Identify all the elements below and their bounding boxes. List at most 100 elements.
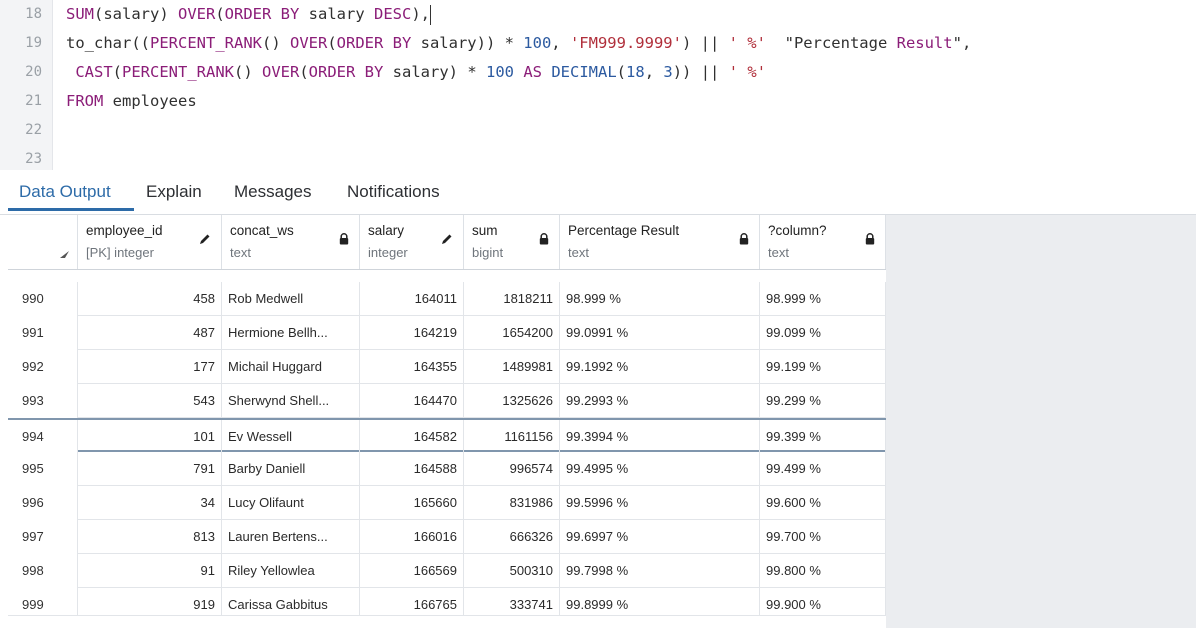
cell-sum[interactable]: 666326 — [464, 520, 560, 554]
cell-col[interactable]: 99.299 % — [760, 384, 886, 418]
cell-concat_ws[interactable]: Lucy Olifaunt — [222, 486, 360, 520]
cell-concat_ws[interactable]: Michail Huggard — [222, 350, 360, 384]
cell-pct[interactable]: 99.6997 % — [560, 520, 760, 554]
cell-sum[interactable]: 500310 — [464, 554, 560, 588]
tab-explain[interactable]: Explain — [146, 182, 202, 202]
cell-employee_id[interactable]: 487 — [78, 316, 222, 350]
column-header-sum[interactable]: sum bigint — [464, 215, 560, 269]
code-line[interactable]: 23 — [0, 145, 1196, 174]
cell-col[interactable]: 98.999 % — [760, 282, 886, 316]
cell-salary[interactable]: 165660 — [360, 486, 464, 520]
cell-salary[interactable]: 164011 — [360, 282, 464, 316]
line-number: 19 — [25, 35, 42, 51]
code-line[interactable]: 21 FROM employees — [0, 87, 1196, 116]
column-name: concat_ws — [230, 223, 294, 238]
table-row[interactable]: 996 34 Lucy Olifaunt 165660 831986 99.5996 % 9… — [8, 486, 886, 520]
cell-col[interactable]: 99.700 % — [760, 520, 886, 554]
result-tabs: Data Output Explain Messages Notificatio… — [0, 172, 1196, 215]
cell-pct[interactable]: 99.1992 % — [560, 350, 760, 384]
table-row[interactable]: 993 543 Sherwynd Shell... 164470 1325626 99.2… — [8, 384, 886, 418]
line-number: 20 — [25, 64, 42, 80]
table-row[interactable]: 994 101 Ev Wessell 164582 1161156 99.3994 % 99… — [8, 418, 886, 454]
cell-col[interactable]: 99.399 % — [760, 420, 886, 454]
cell-pct[interactable]: 99.2993 % — [560, 384, 760, 418]
cell-concat_ws[interactable]: Riley Yellowlea — [222, 554, 360, 588]
column-header-concat-ws[interactable]: concat_ws text — [222, 215, 360, 269]
cell-col[interactable]: 99.800 % — [760, 554, 886, 588]
cell-col[interactable]: 99.199 % — [760, 350, 886, 384]
cell-concat_ws[interactable]: Hermione Bellh... — [222, 316, 360, 350]
table-row[interactable]: 995 791 Barby Daniell 164588 996574 99.4995 %… — [8, 452, 886, 486]
cell-employee_id[interactable]: 101 — [78, 420, 222, 454]
cell-employee_id[interactable]: 177 — [78, 350, 222, 384]
table-row[interactable]: 992 177 Michail Huggard 164355 1489981 99.199… — [8, 350, 886, 384]
row-number-cell[interactable]: 996 — [8, 486, 78, 520]
cell-pct[interactable]: 98.999 % — [560, 282, 760, 316]
table-row[interactable]: 997 813 Lauren Bertens... 166016 666326 99.69… — [8, 520, 886, 554]
cell-sum[interactable]: 1654200 — [464, 316, 560, 350]
cell-col[interactable]: 99.499 % — [760, 452, 886, 486]
code-line[interactable]: 22 — [0, 116, 1196, 145]
cell-pct[interactable]: 99.0991 % — [560, 316, 760, 350]
cell-pct[interactable]: 99.3994 % — [560, 420, 760, 454]
cell-pct[interactable]: 99.5996 % — [560, 486, 760, 520]
row-number-cell[interactable]: 994 — [8, 420, 78, 454]
row-number-cell[interactable]: 992 — [8, 350, 78, 384]
lock-icon — [339, 233, 349, 248]
line-number: 22 — [25, 122, 42, 138]
table-row[interactable]: 991 487 Hermione Bellh... 164219 1654200 99.0… — [8, 316, 886, 350]
row-number-cell[interactable]: 993 — [8, 384, 78, 418]
cell-employee_id[interactable]: 543 — [78, 384, 222, 418]
code-line[interactable]: 18 SUM(salary) OVER(ORDER BY salary DESC)… — [0, 0, 1196, 29]
cell-salary[interactable]: 164470 — [360, 384, 464, 418]
cell-salary[interactable]: 166016 — [360, 520, 464, 554]
row-number-cell[interactable]: 995 — [8, 452, 78, 486]
cell-concat_ws[interactable]: Barby Daniell — [222, 452, 360, 486]
cell-employee_id[interactable]: 791 — [78, 452, 222, 486]
cell-concat_ws[interactable]: Rob Medwell — [222, 282, 360, 316]
cell-sum[interactable]: 831986 — [464, 486, 560, 520]
cell-sum[interactable]: 1818211 — [464, 282, 560, 316]
cell-salary[interactable]: 164588 — [360, 452, 464, 486]
cell-employee_id[interactable]: 34 — [78, 486, 222, 520]
column-name: salary — [368, 223, 405, 238]
row-number-cell[interactable]: 998 — [8, 554, 78, 588]
tab-notifications[interactable]: Notifications — [347, 182, 440, 202]
table-row[interactable]: 998 91 Riley Yellowlea 166569 500310 99.7998 … — [8, 554, 886, 588]
row-number-header[interactable] — [8, 215, 78, 269]
cell-sum[interactable]: 1489981 — [464, 350, 560, 384]
cell-col[interactable]: 99.099 % — [760, 316, 886, 350]
sql-editor[interactable]: 18 SUM(salary) OVER(ORDER BY salary DESC)… — [0, 0, 1196, 170]
cell-pct[interactable]: 99.4995 % — [560, 452, 760, 486]
column-header-percentage-result[interactable]: Percentage Result text — [560, 215, 760, 269]
cell-pct[interactable]: 99.7998 % — [560, 554, 760, 588]
column-header-employee-id[interactable]: employee_id [PK] integer — [78, 215, 222, 269]
table-row[interactable]: 990 458 Rob Medwell 164011 1818211 98.999 % 98… — [8, 282, 886, 316]
cell-salary[interactable]: 166569 — [360, 554, 464, 588]
cell-sum[interactable]: 1325626 — [464, 384, 560, 418]
row-number-cell[interactable]: 991 — [8, 316, 78, 350]
cell-employee_id[interactable]: 458 — [78, 282, 222, 316]
cell-salary[interactable]: 164355 — [360, 350, 464, 384]
cell-salary[interactable]: 164219 — [360, 316, 464, 350]
code-line[interactable]: 19 to_char((PERCENT_RANK() OVER(ORDER BY … — [0, 29, 1196, 58]
cell-employee_id[interactable]: 91 — [78, 554, 222, 588]
row-number-cell[interactable]: 997 — [8, 520, 78, 554]
tab-data-output[interactable]: Data Output — [19, 182, 111, 202]
cell-col[interactable]: 99.600 % — [760, 486, 886, 520]
cell-employee_id[interactable]: 813 — [78, 520, 222, 554]
cell-sum[interactable]: 996574 — [464, 452, 560, 486]
cell-concat_ws[interactable]: Ev Wessell — [222, 420, 360, 454]
cell-concat_ws[interactable]: Lauren Bertens... — [222, 520, 360, 554]
tab-messages[interactable]: Messages — [234, 182, 311, 202]
cell-concat_ws[interactable]: Sherwynd Shell... — [222, 384, 360, 418]
lock-icon — [865, 233, 875, 248]
column-header-column[interactable]: ?column? text — [760, 215, 886, 269]
cell-salary[interactable]: 164582 — [360, 420, 464, 454]
column-header-salary[interactable]: salary integer — [360, 215, 464, 269]
cell-sum[interactable]: 1161156 — [464, 420, 560, 454]
pencil-icon — [440, 233, 453, 249]
column-type: bigint — [472, 245, 504, 260]
code-line[interactable]: 20 CAST(PERCENT_RANK() OVER(ORDER BY sal… — [0, 58, 1196, 87]
row-number-cell[interactable]: 990 — [8, 282, 78, 316]
